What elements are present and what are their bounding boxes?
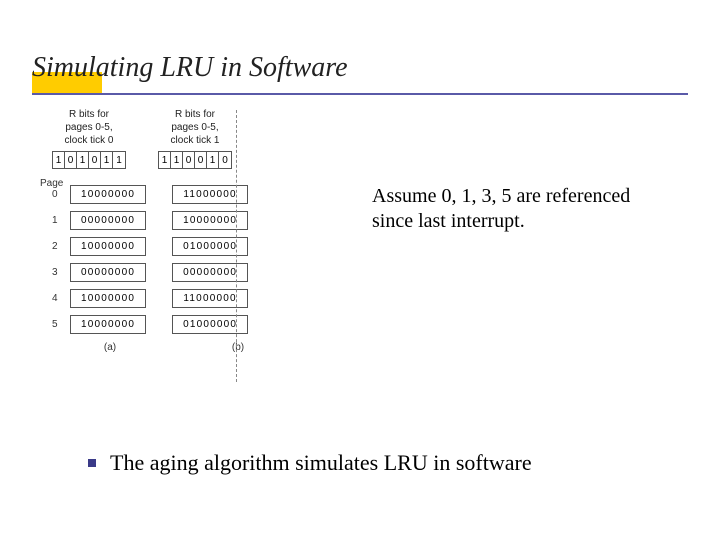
rbits-a: 1 0 1 0 1 1 <box>52 151 126 169</box>
rbit-cell: 0 <box>89 152 101 168</box>
bullet-row: The aging algorithm simulates LRU in sof… <box>88 450 532 476</box>
rbit-cell: 0 <box>195 152 207 168</box>
slide-title: Simulating LRU in Software <box>32 52 348 84</box>
rbit-cell: 1 <box>171 152 183 168</box>
row-index: 5 <box>52 319 70 330</box>
rbit-cell: 0 <box>219 152 231 168</box>
bullet-text: The aging algorithm simulates LRU in sof… <box>110 450 532 476</box>
table-row: 0 10000000 11000000 <box>52 185 296 204</box>
row-index: 2 <box>52 241 70 252</box>
counter-rows: 0 10000000 11000000 1 00000000 10000000 … <box>52 185 296 334</box>
col-b-header: R bits for pages 0-5, clock tick 1 <box>171 108 220 147</box>
row-index: 4 <box>52 293 70 304</box>
divider <box>236 110 237 382</box>
table-row: 5 10000000 01000000 <box>52 315 296 334</box>
accent-line <box>32 93 688 95</box>
table-row: 1 00000000 10000000 <box>52 211 296 230</box>
sub-a: (a) <box>52 342 168 353</box>
annotation-text: Assume 0, 1, 3, 5 are referenced since l… <box>372 184 652 234</box>
sub-b: (b) <box>180 342 296 353</box>
table-row: 2 10000000 01000000 <box>52 237 296 256</box>
table-row: 4 10000000 11000000 <box>52 289 296 308</box>
rbit-cell: 1 <box>159 152 171 168</box>
col-a-header: R bits for pages 0-5, clock tick 0 <box>65 108 114 147</box>
col-a: R bits for pages 0-5, clock tick 0 1 0 1… <box>52 108 126 179</box>
figure: R bits for pages 0-5, clock tick 0 1 0 1… <box>52 108 296 353</box>
col-b: R bits for pages 0-5, clock tick 1 1 1 0… <box>158 108 232 179</box>
counter-a: 00000000 <box>70 263 146 282</box>
sub-labels: (a) (b) <box>52 342 296 353</box>
rbit-cell: 1 <box>207 152 219 168</box>
row-index: 1 <box>52 215 70 226</box>
rbit-cell: 1 <box>113 152 125 168</box>
rbits-b: 1 1 0 0 1 0 <box>158 151 232 169</box>
rbit-cell: 0 <box>65 152 77 168</box>
row-index: 3 <box>52 267 70 278</box>
counter-a: 10000000 <box>70 289 146 308</box>
counter-a: 10000000 <box>70 185 146 204</box>
table-row: 3 00000000 00000000 <box>52 263 296 282</box>
rbit-cell: 0 <box>183 152 195 168</box>
square-bullet-icon <box>88 459 96 467</box>
row-index: 0 <box>52 189 70 200</box>
rbit-cell: 1 <box>101 152 113 168</box>
counter-a: 00000000 <box>70 211 146 230</box>
counter-a: 10000000 <box>70 237 146 256</box>
counter-a: 10000000 <box>70 315 146 334</box>
rbit-cell: 1 <box>77 152 89 168</box>
rbit-cell: 1 <box>53 152 65 168</box>
